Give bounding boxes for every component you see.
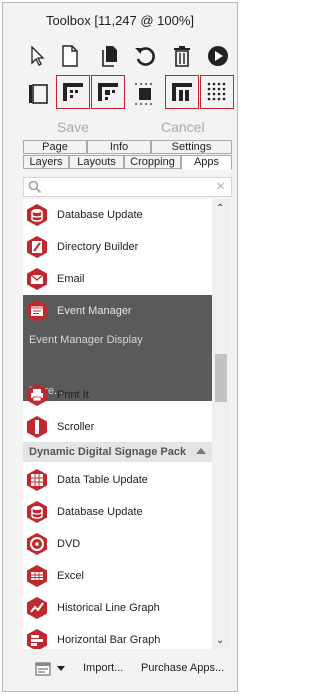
- list-item[interactable]: Scroller: [23, 411, 212, 443]
- toolbox-panel: Toolbox [11,247 @ 100%] Save Cancel Page…: [2, 2, 238, 692]
- list-item-label: Historical Line Graph: [57, 602, 160, 614]
- list-item[interactable]: Database Update: [23, 496, 212, 528]
- apps-scrollbar[interactable]: ⌃ ⌄: [212, 199, 230, 649]
- dot-grid-icon: [207, 82, 226, 101]
- list-item-label: DVD: [57, 538, 81, 550]
- clear-search-icon[interactable]: ×: [216, 179, 225, 195]
- list-item[interactable]: Event Manager: [23, 295, 212, 327]
- search-icon: [28, 180, 42, 194]
- new-page-button[interactable]: [55, 41, 85, 71]
- trash-icon: [174, 46, 190, 67]
- list-item[interactable]: Email: [23, 263, 212, 295]
- list-item-label: Scroller: [57, 421, 95, 433]
- toolbox-title: Toolbox [11,247 @ 100%]: [45, 13, 195, 28]
- excel-icon: [27, 565, 47, 587]
- scroll-up-icon[interactable]: ⌃: [216, 203, 224, 214]
- tab-layers[interactable]: Layers: [23, 155, 69, 169]
- event-manager-display-option[interactable]: Event Manager Display: [29, 334, 143, 346]
- list-item[interactable]: Horizontal Bar Graph: [23, 624, 212, 649]
- save-button[interactable]: Save: [57, 119, 89, 135]
- apps-footer: Import... Purchase Apps...: [23, 657, 232, 681]
- list-item-label: Horizontal Bar Graph: [57, 634, 161, 646]
- list-item[interactable]: Print It: [23, 379, 212, 411]
- list-item[interactable]: Historical Line Graph: [23, 592, 212, 624]
- list-item-label: Database Update: [57, 506, 143, 518]
- duplicate-page-button[interactable]: [95, 41, 125, 71]
- dvd-icon: [27, 533, 47, 555]
- tab-apps[interactable]: Apps: [181, 155, 232, 170]
- apps-list: Database Update Directory Builder Email …: [23, 199, 212, 649]
- email-icon: [27, 268, 47, 290]
- list-item-label: Event Manager: [57, 305, 132, 317]
- event-icon: [27, 300, 47, 322]
- grid-layout-button[interactable]: [91, 75, 125, 109]
- directory-icon: [27, 236, 47, 258]
- pointer-icon: [31, 46, 45, 66]
- list-item[interactable]: Directory Builder: [23, 231, 212, 263]
- columns-button[interactable]: [165, 75, 199, 109]
- group-header-label: Dynamic Digital Signage Pack: [29, 446, 187, 458]
- page-icon: [62, 45, 78, 67]
- list-item[interactable]: Excel: [23, 560, 212, 592]
- purchase-apps-button[interactable]: Purchase Apps...: [141, 662, 224, 674]
- database-icon: [27, 204, 47, 226]
- list-item-label: Print It: [57, 389, 89, 401]
- play-button[interactable]: [203, 41, 233, 71]
- table-layout-icon: [63, 83, 83, 101]
- delete-button[interactable]: [167, 41, 197, 71]
- tab-page[interactable]: Page: [23, 140, 87, 154]
- collapse-arrow-icon[interactable]: [196, 448, 206, 454]
- list-item-label: Database Update: [57, 209, 143, 221]
- list-item[interactable]: Database Update: [23, 199, 212, 231]
- scroller-icon: [27, 416, 47, 438]
- list-item-label: Directory Builder: [57, 241, 139, 253]
- undo-button[interactable]: [130, 41, 160, 71]
- database-icon: [27, 501, 47, 523]
- line-graph-icon: [27, 597, 47, 619]
- table-layout-button[interactable]: [56, 75, 90, 109]
- tab-layouts[interactable]: Layouts: [69, 155, 124, 169]
- data-table-icon: [27, 469, 47, 491]
- chevron-down-icon[interactable]: [57, 666, 65, 671]
- cancel-button[interactable]: Cancel: [161, 119, 205, 135]
- undo-icon: [135, 47, 155, 66]
- list-item-label: Excel: [57, 570, 84, 582]
- scroll-down-icon[interactable]: ⌄: [216, 635, 224, 646]
- list-item[interactable]: Data Table Update: [23, 464, 212, 496]
- tab-settings[interactable]: Settings: [151, 140, 232, 154]
- columns-icon: [172, 83, 192, 101]
- block-select-button[interactable]: [130, 79, 160, 109]
- pointer-tool-button[interactable]: [23, 41, 53, 71]
- copy-page-icon: [102, 46, 117, 67]
- tab-cropping[interactable]: Cropping: [124, 155, 181, 169]
- print-icon: [27, 384, 47, 406]
- bar-graph-icon: [27, 629, 47, 649]
- list-item[interactable]: DVD: [23, 528, 212, 560]
- page-layout-button[interactable]: [23, 79, 53, 109]
- dot-grid-button[interactable]: [200, 75, 234, 109]
- block-select-icon: [135, 83, 152, 105]
- view-options-icon[interactable]: [35, 662, 51, 676]
- list-item-label: Email: [57, 273, 85, 285]
- layout-page-icon: [29, 84, 48, 104]
- apps-search-input[interactable]: ×: [23, 177, 232, 197]
- list-item-label: Data Table Update: [57, 474, 148, 486]
- group-header[interactable]: Dynamic Digital Signage Pack: [23, 442, 212, 462]
- play-icon: [208, 46, 228, 66]
- scrollbar-thumb[interactable]: [215, 354, 227, 402]
- import-button[interactable]: Import...: [83, 662, 123, 674]
- grid-layout-icon: [98, 83, 118, 101]
- tab-info[interactable]: Info: [87, 140, 151, 154]
